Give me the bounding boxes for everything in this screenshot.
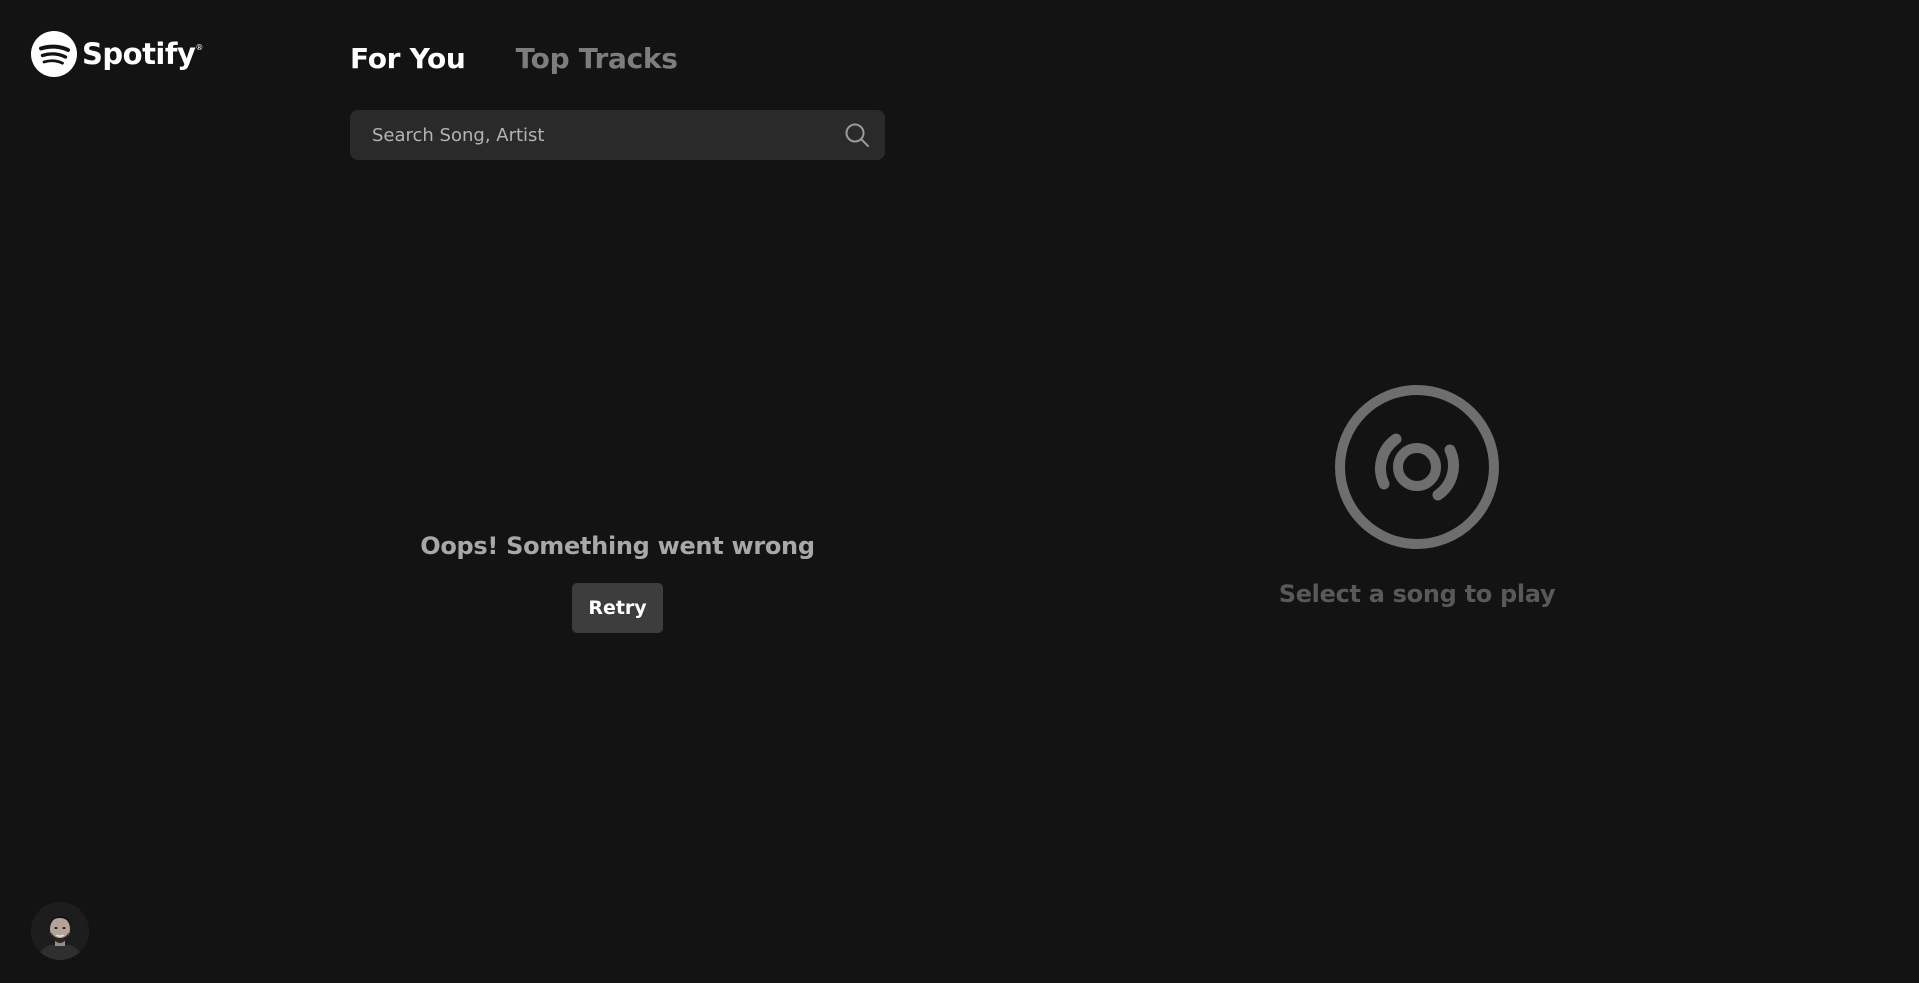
brand-name: Spotify: [82, 37, 196, 71]
app-root: Spotify® For You Top Tracks Oops! Someth…: [0, 0, 1919, 983]
error-message: Oops! Something went wrong: [420, 532, 815, 560]
brand-registered-mark: ®: [195, 43, 203, 52]
select-song-message: Select a song to play: [1278, 580, 1556, 608]
avatar-image: [31, 902, 89, 960]
search-icon[interactable]: [843, 121, 871, 149]
spotify-logo[interactable]: Spotify®: [30, 30, 203, 78]
error-state: Oops! Something went wrong Retry: [350, 532, 885, 633]
user-avatar[interactable]: [31, 902, 89, 960]
disc-icon: [1335, 385, 1499, 549]
main-tabs: For You Top Tracks: [350, 42, 678, 75]
retry-button[interactable]: Retry: [572, 583, 663, 633]
tab-top-tracks[interactable]: Top Tracks: [516, 42, 678, 75]
brand-wordmark: Spotify®: [82, 37, 203, 71]
tab-for-you[interactable]: For You: [350, 42, 466, 75]
search-input[interactable]: [370, 123, 843, 147]
search-bar: [350, 110, 885, 160]
player-empty-state: Select a song to play: [1257, 382, 1577, 608]
spotify-logo-icon: [31, 31, 77, 77]
